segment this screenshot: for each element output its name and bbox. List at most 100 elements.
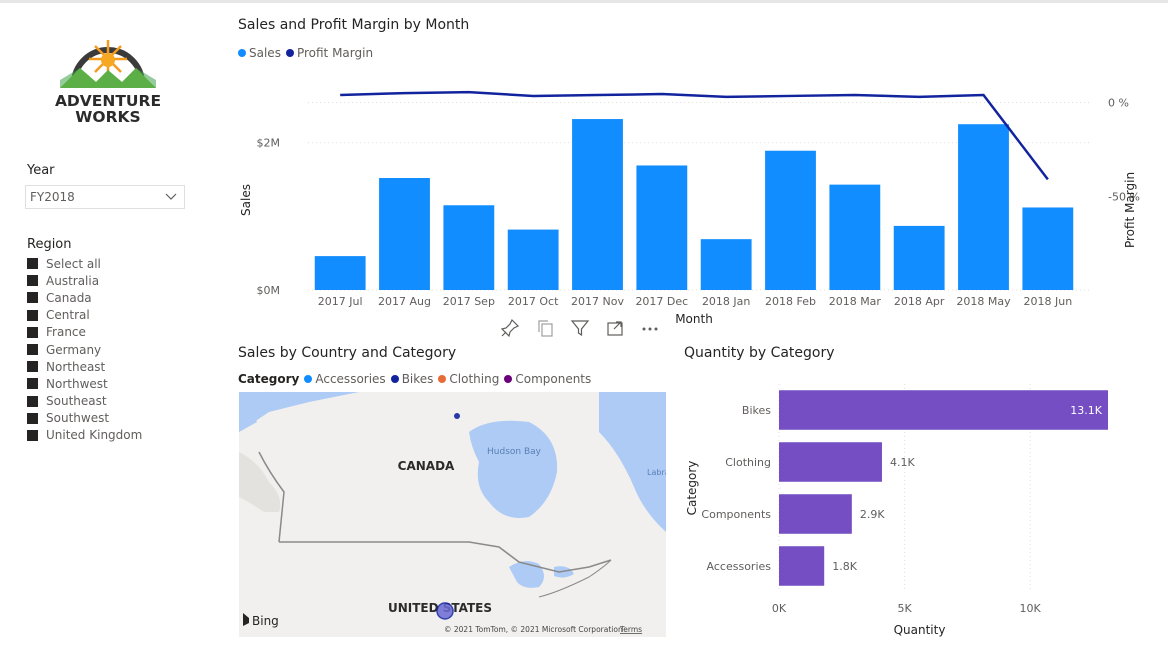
data-label: 1.8K xyxy=(832,560,857,573)
sales-bar xyxy=(443,205,495,290)
checkbox-icon[interactable] xyxy=(27,292,38,304)
year-dropdown-value: FY2018 xyxy=(30,190,75,204)
map-label-labrador: Labra xyxy=(647,468,666,477)
sales-bar xyxy=(958,124,1009,290)
map-label-canada: CANADA xyxy=(398,459,455,473)
x-tick-label: 2017 Dec xyxy=(635,295,688,308)
profit-margin-line xyxy=(340,90,1049,181)
legend-item-profit-margin[interactable]: Profit Margin xyxy=(285,46,373,60)
region-option[interactable]: Australia xyxy=(27,272,142,289)
logo-line2: WORKS xyxy=(75,108,140,126)
checkbox-icon[interactable] xyxy=(27,429,38,441)
data-label: 2.9K xyxy=(860,508,885,521)
legend-dot-icon xyxy=(390,375,399,383)
y-tick-label: Clothing xyxy=(725,456,771,469)
x-tick-label: 2018 Feb xyxy=(765,295,816,308)
map-bubble-canada[interactable] xyxy=(454,413,460,419)
legend-item-sales[interactable]: Sales xyxy=(238,46,281,60)
y-tick-label: Accessories xyxy=(707,560,772,573)
sales-map[interactable]: CANADA Hudson Bay Labra UNITED STATES Bi… xyxy=(239,392,666,637)
x-tick-label: 2018 Jun xyxy=(1023,295,1072,308)
region-option[interactable]: Northeast xyxy=(27,358,142,375)
region-option[interactable]: France xyxy=(27,324,142,341)
legend-item-bikes[interactable]: Bikes xyxy=(390,372,433,386)
region-option[interactable]: Southwest xyxy=(27,410,142,427)
sales-bar xyxy=(1022,207,1074,290)
x-tick-label: 2017 Jul xyxy=(318,295,363,308)
legend-item-components[interactable]: Components xyxy=(504,372,591,386)
x-tick-label: 2018 Apr xyxy=(894,295,945,308)
y-tick-label: Components xyxy=(701,508,771,521)
data-label: 13.1K xyxy=(1070,404,1102,417)
region-option[interactable]: Canada xyxy=(27,289,142,306)
sales-bar xyxy=(765,150,816,290)
sales-bar xyxy=(314,256,366,290)
map-legend: Category Accessories Bikes Clothing Comp… xyxy=(238,372,596,386)
legend-dot-icon xyxy=(285,49,294,57)
data-label: 4.1K xyxy=(890,456,915,469)
y-tick-label: $0M xyxy=(257,284,281,297)
x-axis-title: Month xyxy=(675,312,713,326)
region-slicer-title: Region xyxy=(27,237,72,252)
y-tick-label: $2M xyxy=(257,137,281,150)
y-axis-title: Category xyxy=(685,461,699,516)
region-slicer-list: Select all Australia Canada Central Fran… xyxy=(27,255,142,444)
checkbox-icon[interactable] xyxy=(27,344,38,356)
svg-text:Bing: Bing xyxy=(252,614,279,628)
filter-icon[interactable] xyxy=(570,318,590,338)
map-legend-title: Category xyxy=(238,372,300,386)
x-tick-label: 2017 Sep xyxy=(443,295,495,308)
checkbox-icon[interactable] xyxy=(27,378,38,390)
x-tick-label: 10K xyxy=(1020,602,1042,615)
checkbox-icon[interactable] xyxy=(27,412,38,424)
checkbox-icon[interactable] xyxy=(27,309,38,321)
sales-bar xyxy=(829,184,881,290)
checkbox-icon[interactable] xyxy=(27,361,38,373)
checkbox-icon[interactable] xyxy=(27,275,38,287)
x-tick-label: 0K xyxy=(772,602,787,615)
quantity-bar xyxy=(779,390,1108,430)
checkbox-icon[interactable] xyxy=(27,395,38,407)
map-terms-link[interactable]: Terms xyxy=(619,625,642,634)
copy-icon[interactable] xyxy=(535,318,555,338)
legend-dot-icon xyxy=(504,375,513,383)
y-axis-title: Sales xyxy=(239,184,253,216)
map-label-hudson-bay: Hudson Bay xyxy=(487,447,542,457)
sales-bar xyxy=(636,165,688,290)
year-dropdown[interactable]: FY2018 xyxy=(25,185,185,209)
sales-bar xyxy=(507,229,559,290)
region-option[interactable]: Select all xyxy=(27,255,142,272)
map-bubble-usa[interactable] xyxy=(436,602,454,620)
x-tick-label: 2017 Aug xyxy=(378,295,431,308)
region-option[interactable]: Germany xyxy=(27,341,142,358)
sales-bar xyxy=(379,178,430,290)
quantity-bar xyxy=(779,442,882,482)
checkbox-icon[interactable] xyxy=(27,258,38,270)
region-option[interactable]: Northwest xyxy=(27,375,142,392)
sales-chart-title: Sales and Profit Margin by Month xyxy=(238,17,470,33)
sales-chart-legend: Sales Profit Margin xyxy=(238,46,378,60)
x-tick-label: 2017 Oct xyxy=(508,295,559,308)
x-tick-label: 2018 May xyxy=(956,295,1011,308)
sales-bar xyxy=(572,119,623,290)
legend-dot-icon xyxy=(238,49,246,57)
map-title: Sales by Country and Category xyxy=(238,345,457,361)
quantity-bar xyxy=(779,494,852,534)
sales-profit-combo-chart: $0M$2M0 %-50 %Sales Profit MarginMonth201… xyxy=(239,90,1140,326)
focus-mode-icon[interactable] xyxy=(605,318,625,338)
region-option[interactable]: United Kingdom xyxy=(27,427,142,444)
legend-dot-icon xyxy=(438,375,447,383)
checkbox-icon[interactable] xyxy=(27,326,38,338)
legend-item-clothing[interactable]: Clothing xyxy=(438,372,499,386)
y2-axis-title: Profit Margin xyxy=(1123,172,1137,248)
x-tick-label: 2017 Nov xyxy=(571,295,624,308)
x-tick-label: 2018 Jan xyxy=(702,295,750,308)
region-option[interactable]: Central xyxy=(27,307,142,324)
x-tick-label: 2018 Mar xyxy=(829,295,882,308)
sales-bar xyxy=(893,225,945,290)
legend-item-accessories[interactable]: Accessories xyxy=(304,372,386,386)
more-options-icon[interactable] xyxy=(640,318,660,338)
pin-icon[interactable] xyxy=(500,318,520,338)
region-option[interactable]: Southeast xyxy=(27,393,142,410)
visual-header-toolbar xyxy=(500,318,660,338)
